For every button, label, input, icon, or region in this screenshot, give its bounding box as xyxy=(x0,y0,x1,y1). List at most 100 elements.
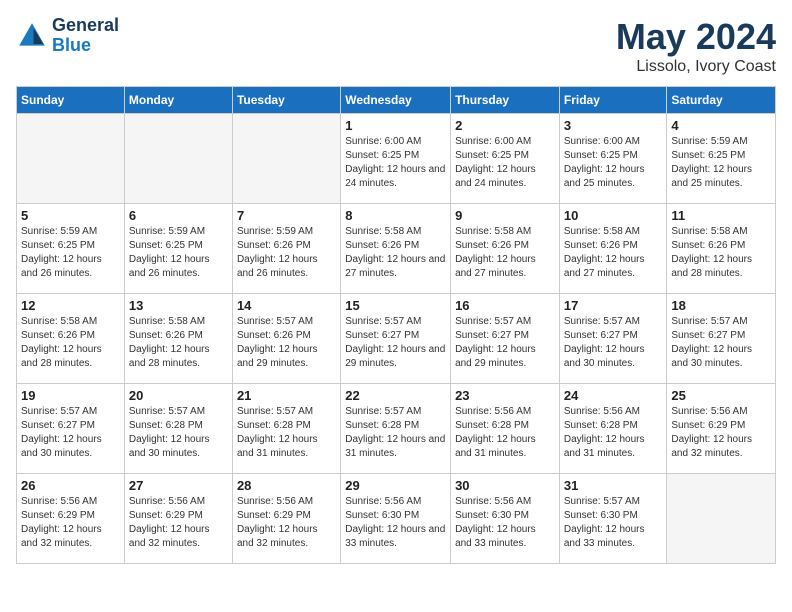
day-info: Sunrise: 5:56 AMSunset: 6:29 PMDaylight:… xyxy=(237,495,336,551)
day-number: 4 xyxy=(671,118,771,133)
logo-line1: General xyxy=(52,16,119,36)
day-info: Sunrise: 6:00 AMSunset: 6:25 PMDaylight:… xyxy=(455,135,555,191)
calendar-cell: 29 Sunrise: 5:56 AMSunset: 6:30 PMDayligh… xyxy=(341,474,451,564)
day-info: Sunrise: 6:00 AMSunset: 6:25 PMDaylight:… xyxy=(564,135,663,191)
week-row-5: 26 Sunrise: 5:56 AMSunset: 6:29 PMDayligh… xyxy=(17,474,776,564)
weekday-header-tuesday: Tuesday xyxy=(232,87,340,114)
day-info: Sunrise: 5:58 AMSunset: 6:26 PMDaylight:… xyxy=(564,225,663,281)
day-number: 13 xyxy=(129,298,228,313)
calendar-cell: 12Sunrise: 5:58 AMSunset: 6:26 PMDayligh… xyxy=(17,294,125,384)
weekday-header-monday: Monday xyxy=(124,87,232,114)
week-row-3: 12Sunrise: 5:58 AMSunset: 6:26 PMDayligh… xyxy=(17,294,776,384)
calendar-cell: 1Sunrise: 6:00 AMSunset: 6:25 PMDaylight… xyxy=(341,114,451,204)
day-number: 7 xyxy=(237,208,336,223)
logo-text: General Blue xyxy=(52,16,119,56)
calendar-cell xyxy=(232,114,340,204)
day-number: 22 xyxy=(345,388,446,403)
calendar-cell: 3 Sunrise: 6:00 AMSunset: 6:25 PMDaylight… xyxy=(559,114,667,204)
calendar-cell: 6Sunrise: 5:59 AMSunset: 6:25 PMDaylight… xyxy=(124,204,232,294)
day-number: 19 xyxy=(21,388,120,403)
day-info: Sunrise: 5:57 AMSunset: 6:27 PMDaylight:… xyxy=(564,315,663,371)
calendar-cell: 24Sunrise: 5:56 AMSunset: 6:28 PMDayligh… xyxy=(559,384,667,474)
calendar-cell xyxy=(667,474,776,564)
calendar-cell: 11 Sunrise: 5:58 AMSunset: 6:26 PMDayligh… xyxy=(667,204,776,294)
day-number: 27 xyxy=(129,478,228,493)
day-info: Sunrise: 6:00 AMSunset: 6:25 PMDaylight:… xyxy=(345,135,446,191)
calendar-cell: 21Sunrise: 5:57 AMSunset: 6:28 PMDayligh… xyxy=(232,384,340,474)
calendar-table: SundayMondayTuesdayWednesdayThursdayFrid… xyxy=(16,86,776,564)
weekday-header-saturday: Saturday xyxy=(667,87,776,114)
location-title: Lissolo, Ivory Coast xyxy=(616,58,776,76)
calendar-cell: 13 Sunrise: 5:58 AMSunset: 6:26 PMDayligh… xyxy=(124,294,232,384)
day-info: Sunrise: 5:57 AMSunset: 6:27 PMDaylight:… xyxy=(671,315,771,371)
logo-line2: Blue xyxy=(52,36,119,56)
calendar-cell: 20Sunrise: 5:57 AMSunset: 6:28 PMDayligh… xyxy=(124,384,232,474)
calendar-cell: 16Sunrise: 5:57 AMSunset: 6:27 PMDayligh… xyxy=(451,294,560,384)
day-info: Sunrise: 5:57 AMSunset: 6:28 PMDaylight:… xyxy=(129,405,228,461)
day-number: 21 xyxy=(237,388,336,403)
calendar-cell: 7Sunrise: 5:59 AMSunset: 6:26 PMDaylight… xyxy=(232,204,340,294)
day-info: Sunrise: 5:59 AMSunset: 6:25 PMDaylight:… xyxy=(129,225,228,281)
day-info: Sunrise: 5:56 AMSunset: 6:29 PMDaylight:… xyxy=(21,495,120,551)
calendar-cell: 30 Sunrise: 5:56 AMSunset: 6:30 PMDayligh… xyxy=(451,474,560,564)
day-info: Sunrise: 5:59 AMSunset: 6:25 PMDaylight:… xyxy=(671,135,771,191)
day-info: Sunrise: 5:56 AMSunset: 6:30 PMDaylight:… xyxy=(455,495,555,551)
month-title: May 2024 xyxy=(616,16,776,58)
calendar-cell: 8 Sunrise: 5:58 AMSunset: 6:26 PMDaylight… xyxy=(341,204,451,294)
day-number: 18 xyxy=(671,298,771,313)
day-number: 31 xyxy=(564,478,663,493)
day-number: 17 xyxy=(564,298,663,313)
calendar-cell: 26 Sunrise: 5:56 AMSunset: 6:29 PMDayligh… xyxy=(17,474,125,564)
day-number: 3 xyxy=(564,118,663,133)
day-info: Sunrise: 5:57 AMSunset: 6:30 PMDaylight:… xyxy=(564,495,663,551)
day-info: Sunrise: 5:58 AMSunset: 6:26 PMDaylight:… xyxy=(129,315,228,371)
weekday-header-wednesday: Wednesday xyxy=(341,87,451,114)
day-info: Sunrise: 5:57 AMSunset: 6:26 PMDaylight:… xyxy=(237,315,336,371)
logo: General Blue xyxy=(16,16,119,56)
day-number: 5 xyxy=(21,208,120,223)
day-number: 25 xyxy=(671,388,771,403)
calendar-cell xyxy=(17,114,125,204)
day-number: 10 xyxy=(564,208,663,223)
logo-icon xyxy=(16,20,48,52)
calendar-cell: 14 Sunrise: 5:57 AMSunset: 6:26 PMDayligh… xyxy=(232,294,340,384)
day-number: 24 xyxy=(564,388,663,403)
week-row-2: 5 Sunrise: 5:59 AMSunset: 6:25 PMDaylight… xyxy=(17,204,776,294)
day-number: 8 xyxy=(345,208,446,223)
day-info: Sunrise: 5:58 AMSunset: 6:26 PMDaylight:… xyxy=(21,315,120,371)
day-number: 16 xyxy=(455,298,555,313)
weekday-header-friday: Friday xyxy=(559,87,667,114)
day-info: Sunrise: 5:58 AMSunset: 6:26 PMDaylight:… xyxy=(671,225,771,281)
day-number: 30 xyxy=(455,478,555,493)
day-number: 23 xyxy=(455,388,555,403)
day-info: Sunrise: 5:57 AMSunset: 6:27 PMDaylight:… xyxy=(345,315,446,371)
calendar-cell: 31 Sunrise: 5:57 AMSunset: 6:30 PMDayligh… xyxy=(559,474,667,564)
day-info: Sunrise: 5:56 AMSunset: 6:28 PMDaylight:… xyxy=(455,405,555,461)
calendar-cell: 10 Sunrise: 5:58 AMSunset: 6:26 PMDayligh… xyxy=(559,204,667,294)
calendar-cell: 19 Sunrise: 5:57 AMSunset: 6:27 PMDayligh… xyxy=(17,384,125,474)
calendar-cell: 23 Sunrise: 5:56 AMSunset: 6:28 PMDayligh… xyxy=(451,384,560,474)
day-info: Sunrise: 5:58 AMSunset: 6:26 PMDaylight:… xyxy=(455,225,555,281)
day-info: Sunrise: 5:56 AMSunset: 6:30 PMDaylight:… xyxy=(345,495,446,551)
calendar-cell: 25 Sunrise: 5:56 AMSunset: 6:29 PMDayligh… xyxy=(667,384,776,474)
day-number: 14 xyxy=(237,298,336,313)
day-info: Sunrise: 5:58 AMSunset: 6:26 PMDaylight:… xyxy=(345,225,446,281)
calendar-cell xyxy=(124,114,232,204)
calendar-cell: 18 Sunrise: 5:57 AMSunset: 6:27 PMDayligh… xyxy=(667,294,776,384)
day-number: 11 xyxy=(671,208,771,223)
calendar-cell: 22Sunrise: 5:57 AMSunset: 6:28 PMDayligh… xyxy=(341,384,451,474)
page-header: General Blue May 2024 Lissolo, Ivory Coa… xyxy=(16,16,776,76)
weekday-header-thursday: Thursday xyxy=(451,87,560,114)
calendar-cell: 4 Sunrise: 5:59 AMSunset: 6:25 PMDaylight… xyxy=(667,114,776,204)
calendar-cell: 28Sunrise: 5:56 AMSunset: 6:29 PMDayligh… xyxy=(232,474,340,564)
day-info: Sunrise: 5:57 AMSunset: 6:27 PMDaylight:… xyxy=(21,405,120,461)
day-info: Sunrise: 5:56 AMSunset: 6:29 PMDaylight:… xyxy=(671,405,771,461)
week-row-1: 1Sunrise: 6:00 AMSunset: 6:25 PMDaylight… xyxy=(17,114,776,204)
day-number: 9 xyxy=(455,208,555,223)
week-row-4: 19 Sunrise: 5:57 AMSunset: 6:27 PMDayligh… xyxy=(17,384,776,474)
calendar-cell: 17 Sunrise: 5:57 AMSunset: 6:27 PMDayligh… xyxy=(559,294,667,384)
day-number: 26 xyxy=(21,478,120,493)
calendar-cell: 15Sunrise: 5:57 AMSunset: 6:27 PMDayligh… xyxy=(341,294,451,384)
weekday-header-sunday: Sunday xyxy=(17,87,125,114)
day-number: 29 xyxy=(345,478,446,493)
